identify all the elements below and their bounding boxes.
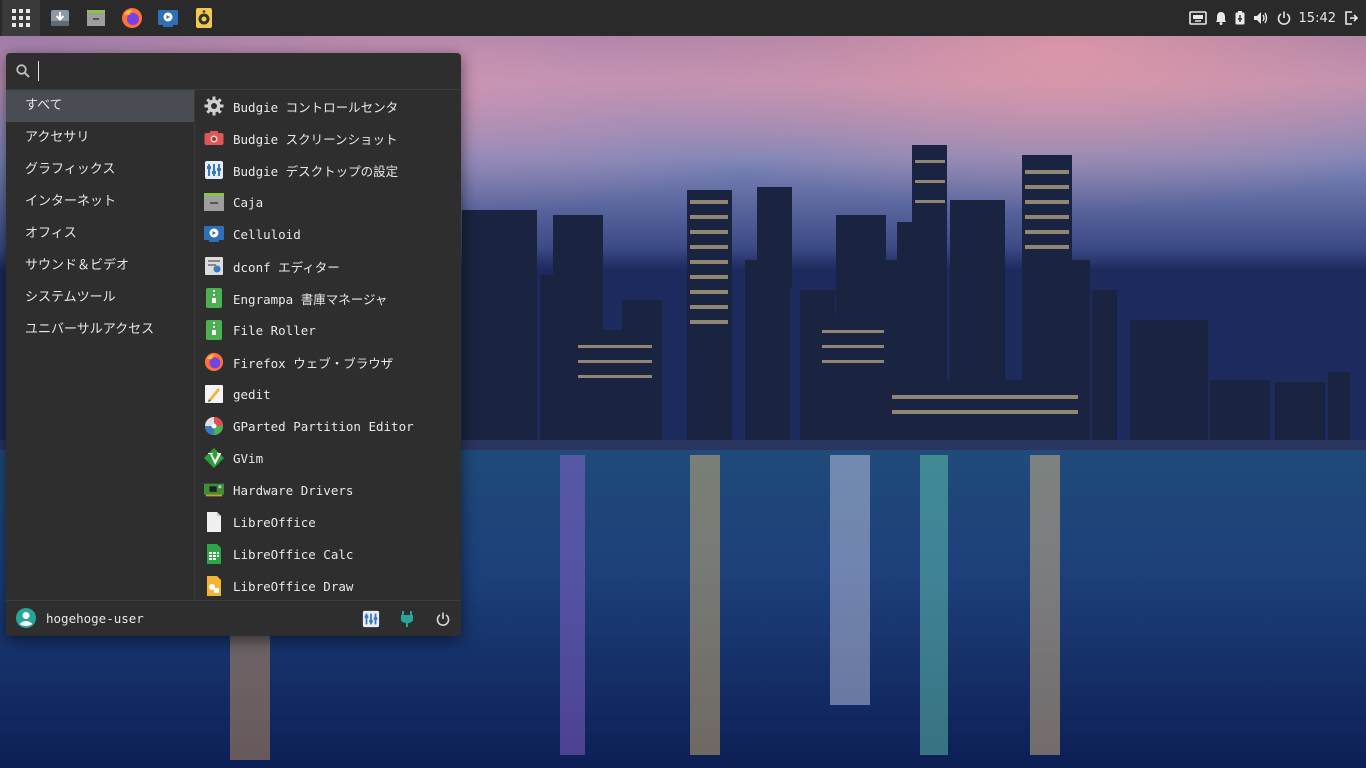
draw-icon: [207, 576, 221, 596]
category-universal-access[interactable]: ユニバーサルアクセス: [6, 314, 194, 346]
app-item-libreoffice[interactable]: LibreOffice: [195, 506, 461, 538]
app-label: Budgie スクリーンショット: [233, 131, 398, 147]
network-icon[interactable]: [1188, 11, 1207, 25]
app-item-engrampa[interactable]: Engrampa 書庫マネージャ: [195, 282, 461, 314]
archive-icon: [206, 288, 222, 308]
category-sound-video[interactable]: サウンド＆ビデオ: [6, 250, 194, 282]
application-list: Budgie コントロールセンタ Budgie スクリーンショット Budgie…: [195, 90, 461, 600]
app-label: Firefox ウェブ・ブラウザ: [233, 355, 394, 371]
category-list: すべて アクセサリ グラフィックス インターネット オフィス サウンド＆ビデオ …: [6, 90, 194, 600]
battery-icon[interactable]: [1235, 11, 1245, 25]
launcher-caja[interactable]: [78, 0, 114, 36]
gparted-icon: [205, 417, 223, 435]
category-system-tools[interactable]: システムツール: [6, 282, 194, 314]
app-item-gvim[interactable]: GVim: [195, 442, 461, 474]
launcher-download[interactable]: [42, 0, 78, 36]
app-label: File Roller: [233, 322, 316, 338]
application-menu: すべて アクセサリ グラフィックス インターネット オフィス サウンド＆ビデオ …: [6, 53, 461, 636]
settings-button[interactable]: [361, 609, 381, 629]
category-all[interactable]: すべて: [6, 90, 194, 122]
app-item-celluloid[interactable]: Celluloid: [195, 218, 461, 250]
category-accessories[interactable]: アクセサリ: [6, 122, 194, 154]
search-icon: [16, 64, 30, 78]
system-tray: 15:42: [1188, 0, 1366, 36]
power-icon[interactable]: [1277, 11, 1291, 25]
firefox-icon: [122, 8, 142, 28]
launcher-firefox[interactable]: [114, 0, 150, 36]
celluloid-icon: [158, 10, 178, 27]
power-icon: [436, 612, 450, 626]
app-label: LibreOffice: [233, 514, 316, 530]
app-label: dconf エディター: [233, 259, 340, 275]
search-bar: [6, 53, 461, 90]
document-icon: [207, 512, 221, 532]
category-internet[interactable]: インターネット: [6, 186, 194, 218]
power-button[interactable]: [433, 609, 453, 629]
app-label: LibreOffice Draw: [233, 578, 354, 594]
desktop-settings-icon: [205, 161, 223, 179]
username-label: hogehoge-user: [46, 611, 144, 626]
app-item-firefox[interactable]: Firefox ウェブ・ブラウザ: [195, 346, 461, 378]
clock[interactable]: 15:42: [1299, 11, 1336, 26]
app-item-budgie-screenshot[interactable]: Budgie スクリーンショット: [195, 122, 461, 154]
download-icon: [51, 10, 69, 26]
gear-icon: [204, 96, 224, 116]
archive-icon: [206, 320, 222, 340]
launcher-speaker-app[interactable]: [186, 0, 222, 36]
app-item-dconf-editor[interactable]: dconf エディター: [195, 250, 461, 282]
grid-apps-icon: [12, 9, 30, 27]
search-input[interactable]: [36, 58, 450, 86]
category-office[interactable]: オフィス: [6, 218, 194, 250]
app-item-budgie-control-center[interactable]: Budgie コントロールセンタ: [195, 90, 461, 122]
category-graphics[interactable]: グラフィックス: [6, 154, 194, 186]
lock-screen-button[interactable]: [397, 609, 417, 629]
app-label: LibreOffice Calc: [233, 546, 354, 562]
caja-icon: [87, 10, 105, 26]
notification-bell-icon[interactable]: [1215, 11, 1227, 25]
top-panel: 15:42: [0, 0, 1366, 36]
plug-icon: [401, 611, 413, 627]
app-item-libreoffice-draw[interactable]: LibreOffice Draw: [195, 570, 461, 600]
app-item-caja[interactable]: Caja: [195, 186, 461, 218]
app-label: Budgie デスクトップの設定: [233, 163, 399, 179]
app-label: GParted Partition Editor: [233, 418, 414, 434]
logout-icon[interactable]: [1344, 11, 1358, 25]
volume-icon[interactable]: [1253, 11, 1269, 25]
app-menu-button[interactable]: [2, 0, 40, 36]
app-label: Caja: [233, 194, 264, 210]
desktop-settings-icon: [362, 610, 380, 628]
app-item-gparted[interactable]: GParted Partition Editor: [195, 410, 461, 442]
app-label: Budgie コントロールセンタ: [233, 99, 399, 115]
app-item-file-roller[interactable]: File Roller: [195, 314, 461, 346]
dconf-icon: [205, 257, 223, 275]
app-item-hardware-drivers[interactable]: Hardware Drivers: [195, 474, 461, 506]
spreadsheet-icon: [207, 544, 221, 564]
camera-icon: [204, 131, 224, 145]
speaker-app-icon: [196, 8, 212, 28]
vim-icon: [204, 448, 224, 468]
app-label: gedit: [233, 386, 271, 402]
app-label: GVim: [233, 450, 264, 466]
launcher-celluloid[interactable]: [150, 0, 186, 36]
app-label: Celluloid: [233, 226, 301, 242]
hardware-board-icon: [204, 483, 224, 497]
video-player-icon: [204, 226, 224, 242]
app-item-gedit[interactable]: gedit: [195, 378, 461, 410]
app-item-libreoffice-calc[interactable]: LibreOffice Calc: [195, 538, 461, 570]
app-label: Engrampa 書庫マネージャ: [233, 291, 388, 307]
firefox-icon: [204, 352, 224, 372]
user-avatar-icon[interactable]: [16, 608, 36, 628]
app-label: Hardware Drivers: [233, 482, 354, 498]
menu-footer: hogehoge-user: [6, 600, 461, 636]
app-item-budgie-desktop-settings[interactable]: Budgie デスクトップの設定: [195, 154, 461, 186]
text-caret: [38, 61, 39, 81]
text-editor-icon: [205, 385, 223, 403]
file-manager-icon: [204, 193, 224, 211]
